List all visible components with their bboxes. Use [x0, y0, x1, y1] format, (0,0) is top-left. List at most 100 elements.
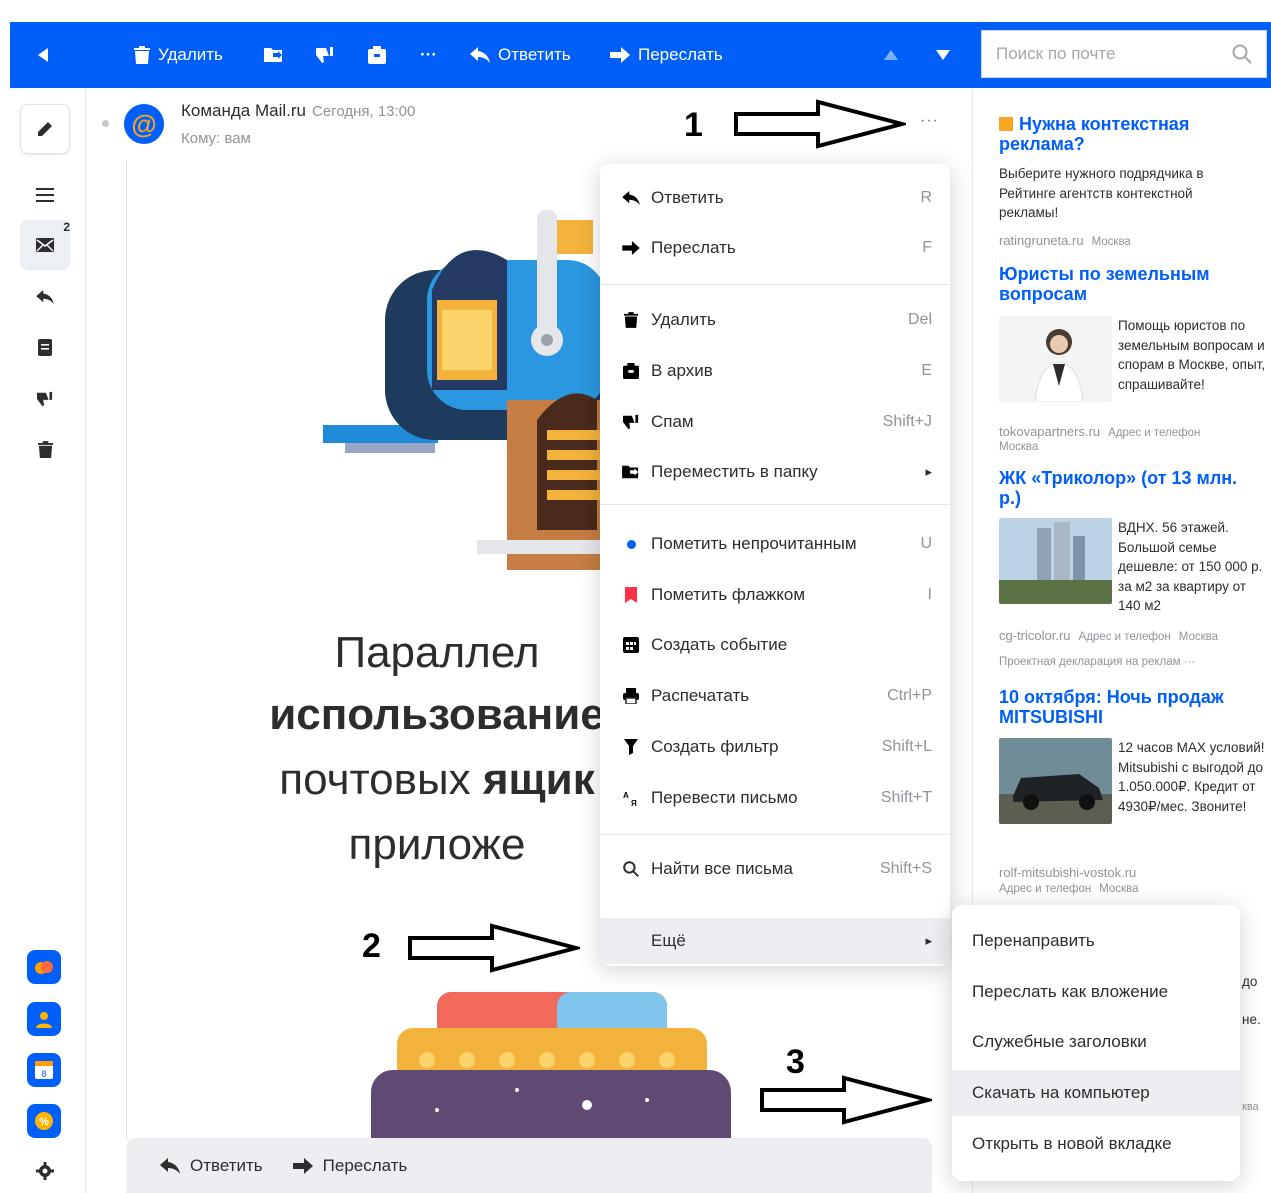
reply-bar: Ответить Переслать [126, 1138, 932, 1193]
move-button[interactable] [254, 35, 294, 75]
spam-button[interactable] [306, 35, 344, 75]
ad3-text: ВДНХ. 56 этажей. Большой семье дешевле: … [1118, 520, 1263, 613]
ad3-extra[interactable]: Адрес и телефон [1079, 631, 1171, 643]
ad3-more-dots[interactable]: ··· [1181, 656, 1196, 668]
rail-document-button[interactable] [20, 322, 70, 372]
inbox-button[interactable]: 2 [20, 220, 70, 270]
menu-reply[interactable]: Ответить R [600, 175, 950, 221]
ad3-image[interactable] [999, 518, 1112, 604]
cloud-app-button[interactable] [27, 950, 61, 984]
submenu-redirect[interactable]: Перенаправить [952, 918, 1240, 964]
bottom-forward-button[interactable]: Переслать [292, 1156, 407, 1176]
menu-delete[interactable]: Удалить Del [600, 297, 950, 343]
building-photo [999, 518, 1112, 604]
ad2-domain[interactable]: tokovapartners.ru [999, 424, 1100, 439]
ad2-image[interactable] [999, 316, 1112, 402]
ad2-meta: tokovapartners.ru Адрес и телефон [999, 424, 1200, 439]
search-box[interactable] [981, 30, 1267, 78]
forward-icon [292, 1157, 313, 1174]
ad1-title[interactable]: Нужна контекстная реклама? [999, 114, 1264, 154]
ad2-title[interactable]: Юристы по земельным вопросам [999, 264, 1264, 304]
letter-headline-3b: ящик [482, 755, 595, 804]
menu-more[interactable]: Ещё ▸ [600, 918, 950, 964]
menu-reply-label: Ответить [651, 188, 724, 207]
submenu-open-new-tab[interactable]: Открыть в новой вкладке [952, 1121, 1240, 1167]
menu-filter-shortcut: Shift+L [881, 738, 932, 755]
contacts-app-button[interactable] [27, 1002, 61, 1036]
forward-button[interactable]: Переслать [600, 35, 733, 75]
ad4-image[interactable] [999, 738, 1112, 824]
menu-spam[interactable]: Спам Shift+J [600, 399, 950, 445]
back-button[interactable] [28, 35, 60, 75]
envelope-icon [36, 238, 54, 252]
menu-event-label: Создать событие [651, 635, 788, 654]
menu-separator [600, 504, 950, 505]
percent-icon: % [35, 1112, 53, 1130]
thumbs-down-icon [37, 391, 53, 407]
rail-spam-button[interactable] [20, 374, 70, 424]
menu-archive[interactable]: В архив E [600, 348, 950, 394]
chevron-up-icon [884, 50, 898, 60]
compose-button[interactable] [20, 104, 70, 154]
menu-forward[interactable]: Переслать F [600, 225, 950, 271]
search-input[interactable] [996, 44, 1232, 64]
archive-button[interactable] [358, 35, 396, 75]
menu-more-label: Ещё [651, 931, 686, 950]
ad3-city: Москва [1178, 631, 1218, 643]
ad3-title[interactable]: ЖК «Триколор» (от 13 млн. р.) [999, 468, 1264, 508]
ad1-domain[interactable]: ratingruneta.ru [999, 233, 1084, 248]
menu-create-filter[interactable]: Создать фильтр Shift+L [600, 724, 950, 770]
annotation-arrow-2 [408, 923, 580, 973]
menu-move-to-folder[interactable]: Переместить в папку ▸ [600, 449, 950, 495]
menu-create-event[interactable]: Создать событие [600, 622, 950, 668]
ad2-city: Москва [999, 441, 1039, 453]
letter-more-button[interactable]: ··· [920, 112, 939, 130]
submenu-headers[interactable]: Служебные заголовки [952, 1019, 1240, 1065]
menu-print[interactable]: Распечатать Ctrl+P [600, 673, 950, 719]
calendar-app-button[interactable]: 8 [27, 1053, 61, 1087]
letter-date: Сегодня, 13:00 [312, 103, 416, 120]
cloud-icon [35, 961, 53, 974]
reply-button[interactable]: Ответить [460, 35, 581, 75]
menu-find-all[interactable]: Найти все письма Shift+S [600, 846, 950, 892]
more-submenu: Перенаправить Переслать как вложение Слу… [952, 905, 1240, 1181]
ad2-extra[interactable]: Адрес и телефон [1108, 427, 1200, 439]
submenu-download[interactable]: Скачать на компьютер [952, 1070, 1240, 1116]
search-icon[interactable] [1232, 44, 1252, 64]
next-letter-button[interactable] [926, 35, 960, 75]
rail-reply-button[interactable] [20, 272, 70, 322]
menu-flag[interactable]: Пометить флажком I [600, 572, 950, 618]
delete-label: Удалить [158, 45, 223, 64]
prev-letter-button[interactable] [874, 35, 908, 75]
ad4-domain[interactable]: rolf-mitsubishi-vostok.ru [999, 865, 1136, 880]
menu-button[interactable] [20, 170, 70, 220]
read-status-dot[interactable] [102, 120, 109, 127]
sender-name[interactable]: Команда Mail.ru [181, 101, 306, 120]
menu-mark-unread[interactable]: Пометить непрочитанным U [600, 521, 950, 567]
menu-spam-label: Спам [651, 412, 694, 431]
reply-icon [36, 290, 54, 304]
sender-avatar: @ [124, 104, 164, 144]
menu-flag-shortcut: I [927, 586, 932, 603]
submenu-forward-as-attachment[interactable]: Переслать как вложение [952, 969, 1240, 1015]
more-dots-icon: ··· [420, 45, 437, 64]
ad-badge-icon [999, 117, 1013, 131]
ad4-extra[interactable]: Адрес и телефон [999, 883, 1091, 895]
rail-delete-button[interactable] [20, 424, 70, 474]
more-button[interactable]: ··· [410, 35, 447, 75]
settings-button[interactable] [20, 1146, 70, 1193]
svg-text:Я: Я [631, 799, 637, 806]
hamburger-icon [36, 188, 54, 202]
letter-headline-3a: почтовых [279, 755, 483, 804]
bottom-reply-button[interactable]: Ответить [160, 1156, 263, 1176]
menu-translate[interactable]: AЯ Перевести письмо Shift+T [600, 775, 950, 821]
delete-button[interactable]: Удалить [124, 35, 233, 75]
discounts-app-button[interactable]: % [27, 1104, 61, 1138]
ad4-title[interactable]: 10 октября: Ночь продаж MITSUBISHI [999, 687, 1264, 727]
ad3-domain[interactable]: cg-tricolor.ru [999, 628, 1071, 643]
svg-text:A: A [623, 791, 629, 800]
translate-icon: AЯ [620, 790, 642, 806]
menu-separator [600, 834, 950, 835]
menu-translate-shortcut: Shift+T [880, 789, 932, 806]
menu-spam-shortcut: Shift+J [882, 413, 932, 430]
